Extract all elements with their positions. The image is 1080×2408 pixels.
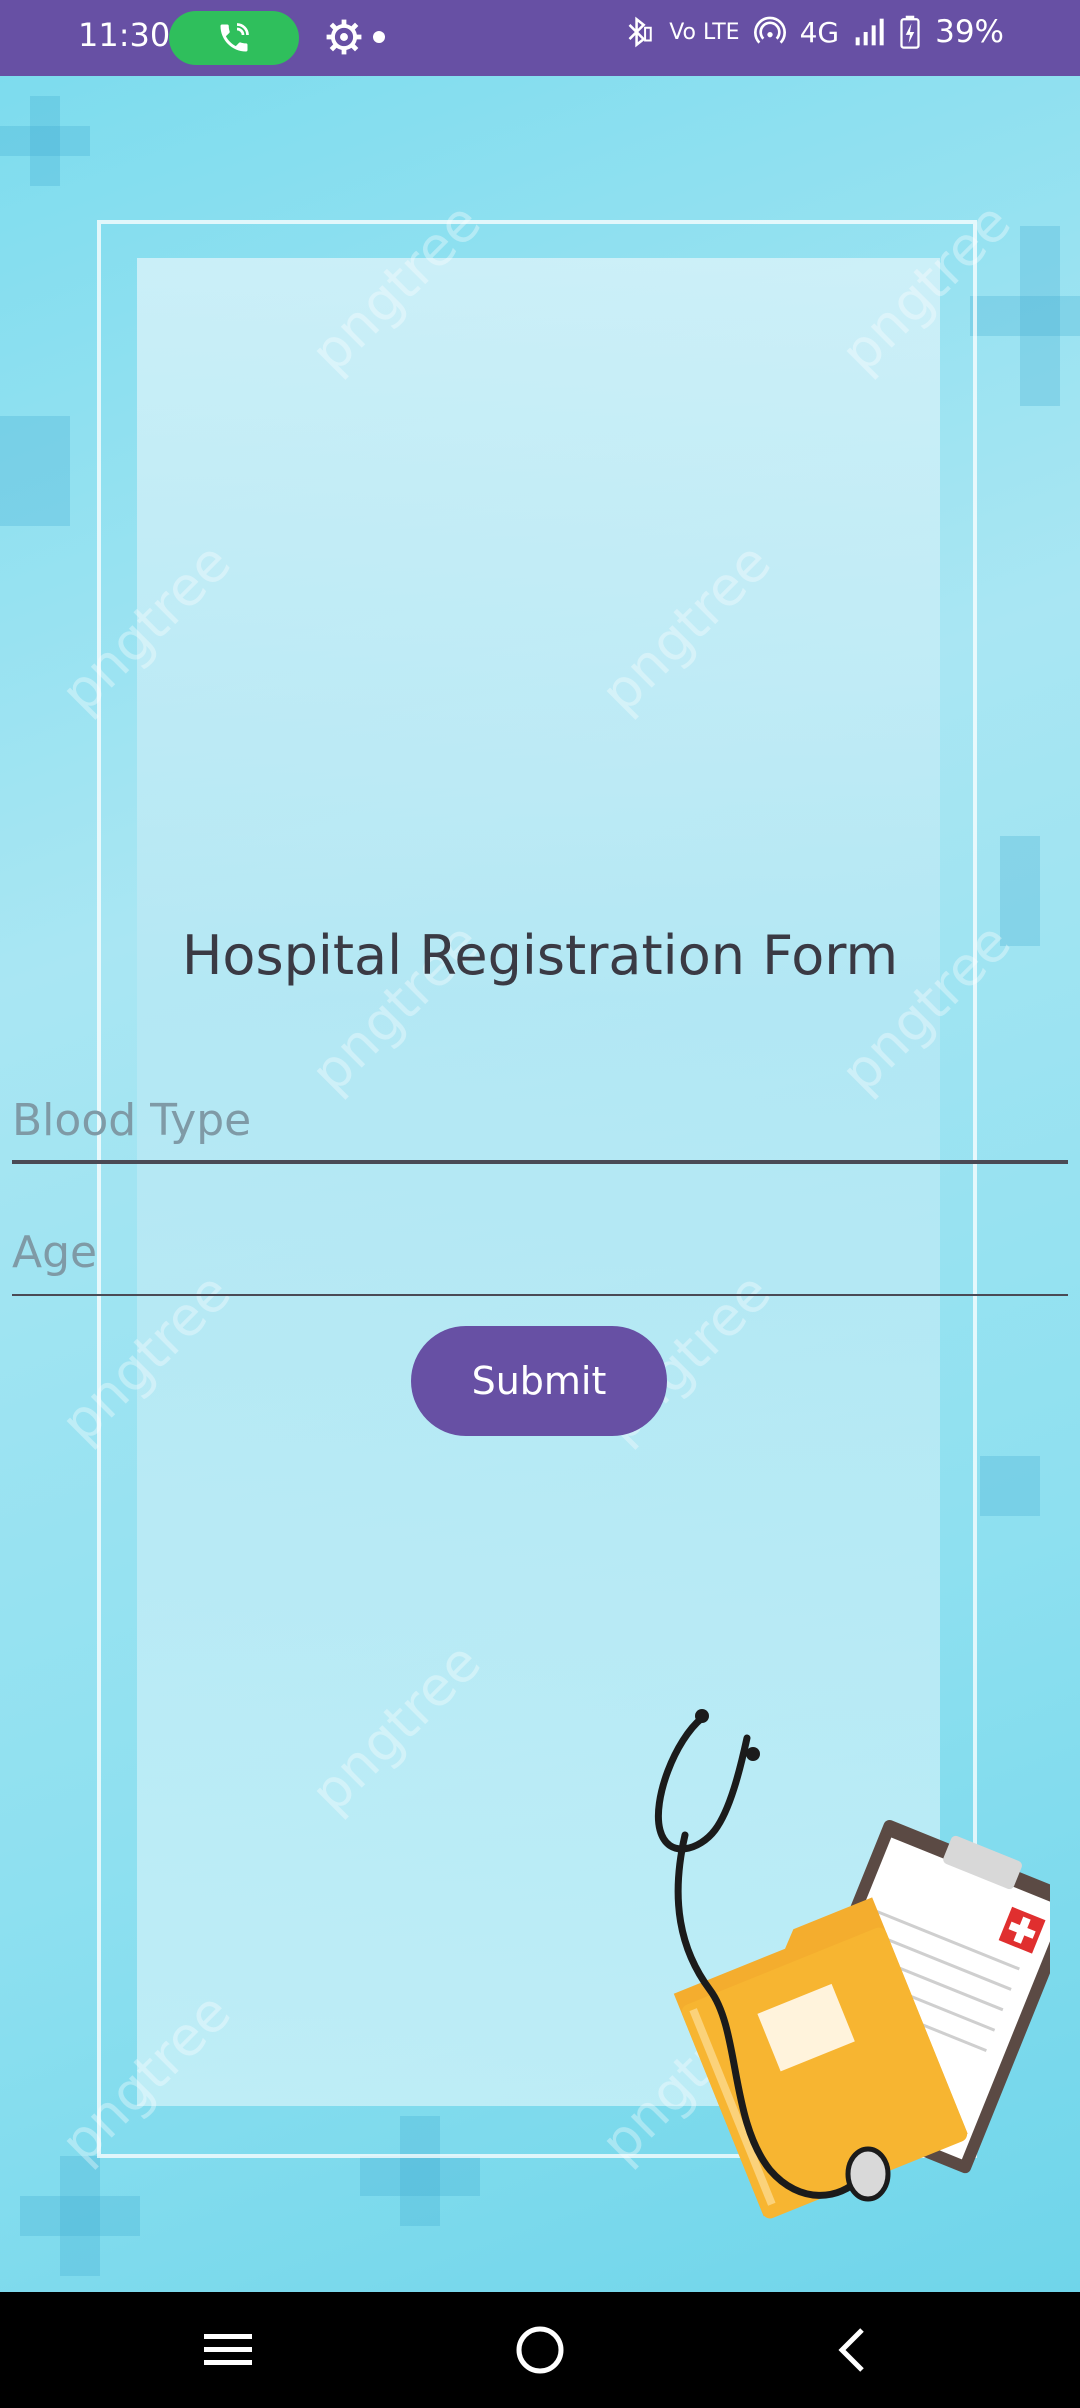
ongoing-call-chip[interactable] bbox=[169, 11, 299, 65]
network-type: 4G bbox=[799, 15, 840, 49]
decor-cross bbox=[0, 126, 90, 156]
settings-icon bbox=[326, 19, 362, 55]
status-bar: 11:30 Vo LTE 4G 39% bbox=[0, 0, 1080, 76]
decor-cross bbox=[0, 416, 70, 526]
stethoscope-earpiece bbox=[695, 1709, 709, 1723]
volte-indicator: Vo LTE bbox=[669, 19, 740, 45]
decor-cross bbox=[970, 296, 1080, 336]
notification-dot bbox=[373, 31, 385, 43]
status-icons: Vo LTE 4G 39% bbox=[621, 14, 1004, 50]
bluetooth-icon bbox=[628, 16, 652, 48]
hotspot-icon bbox=[753, 16, 786, 44]
decor-cross bbox=[20, 2196, 140, 2236]
battery-icon bbox=[900, 15, 920, 49]
decor-cross bbox=[980, 1456, 1040, 1516]
back-icon bbox=[838, 2328, 864, 2372]
back-button[interactable] bbox=[820, 2320, 884, 2380]
blood-type-input[interactable] bbox=[12, 1084, 1068, 1156]
system-nav-bar bbox=[0, 2292, 1080, 2408]
blood-type-field bbox=[12, 1084, 1068, 1164]
home-button[interactable] bbox=[508, 2320, 572, 2380]
stethoscope-earpiece bbox=[746, 1747, 760, 1761]
medical-illustration bbox=[654, 1709, 1050, 2219]
home-icon bbox=[516, 2326, 564, 2374]
submit-button[interactable]: Submit bbox=[411, 1326, 667, 1436]
page-title: Hospital Registration Form bbox=[181, 924, 899, 987]
age-field bbox=[12, 1216, 1068, 1296]
age-input[interactable] bbox=[12, 1216, 1068, 1288]
status-time: 11:30 bbox=[78, 16, 171, 54]
blood-type-underline bbox=[12, 1160, 1068, 1164]
battery-percent: 39% bbox=[935, 14, 1004, 50]
decor-cross bbox=[360, 2156, 480, 2196]
phone-call-icon bbox=[220, 23, 249, 52]
menu-icon bbox=[204, 2334, 252, 2365]
stethoscope-chestpiece bbox=[845, 2146, 891, 2202]
age-underline bbox=[12, 1294, 1068, 1296]
recent-apps-button[interactable] bbox=[196, 2320, 260, 2380]
signal-icon bbox=[855, 18, 884, 46]
